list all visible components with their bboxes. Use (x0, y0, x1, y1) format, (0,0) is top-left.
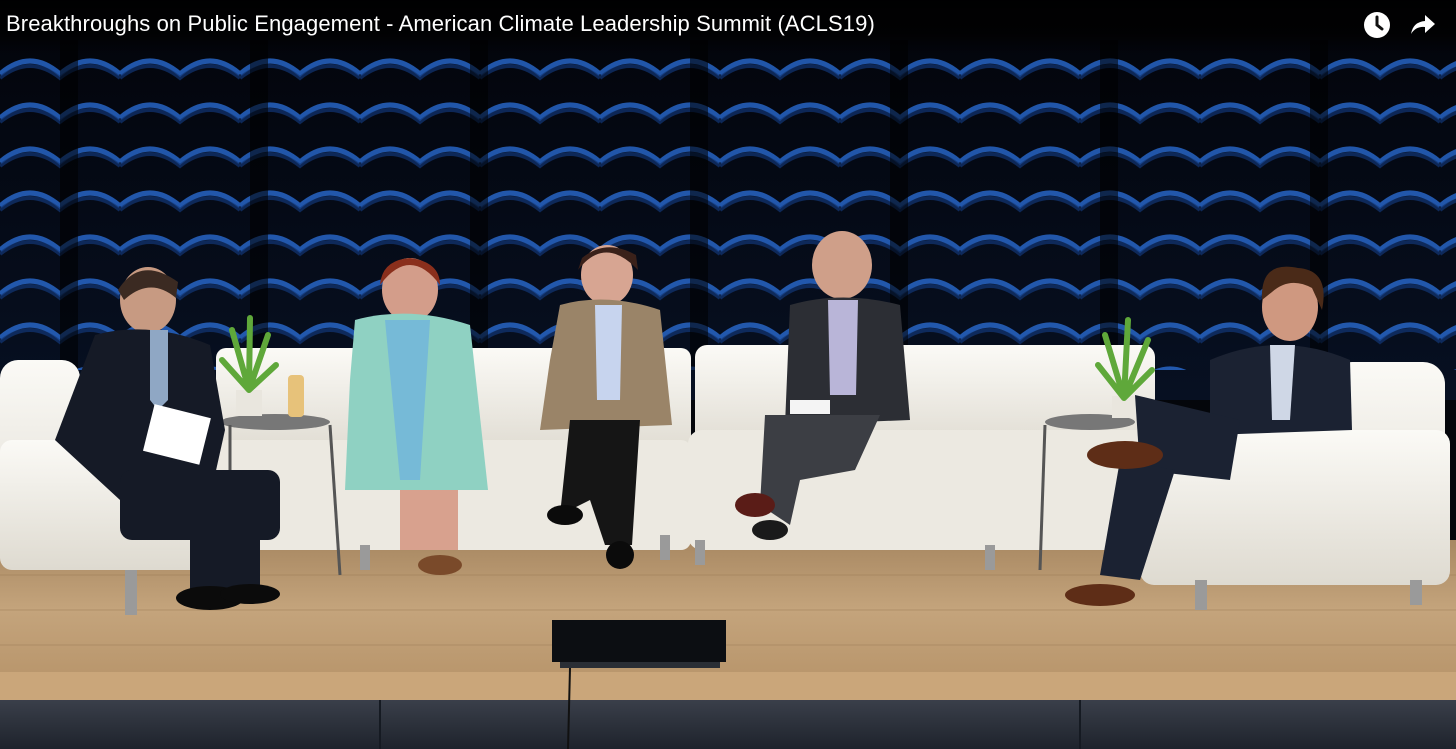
video-frame[interactable] (0, 0, 1456, 749)
title-bar: Breakthroughs on Public Engagement - Ame… (0, 0, 1456, 54)
stage-front (0, 700, 1456, 749)
video-player[interactable]: Breakthroughs on Public Engagement - Ame… (0, 0, 1456, 749)
video-title[interactable]: Breakthroughs on Public Engagement - Ame… (6, 11, 875, 37)
share-button[interactable] (1405, 8, 1439, 42)
share-arrow-icon (1411, 15, 1435, 34)
clock-icon (1364, 12, 1390, 38)
stage-edge (0, 672, 1456, 700)
curtain-drape-pattern (0, 40, 1456, 370)
watch-later-button[interactable] (1360, 8, 1394, 42)
